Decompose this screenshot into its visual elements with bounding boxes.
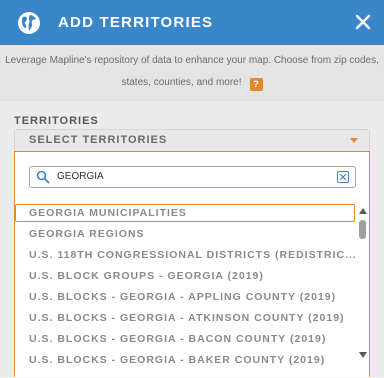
territories-label: TERRITORIES: [14, 115, 99, 127]
chevron-down-icon[interactable]: [350, 138, 358, 143]
list-item[interactable]: GEORGIA REGIONS: [15, 225, 355, 243]
search-icon: [36, 170, 50, 184]
close-icon[interactable]: [353, 12, 373, 32]
list-scrollbar[interactable]: [356, 204, 370, 366]
search-input[interactable]: GEORGIA: [29, 166, 356, 188]
add-territories-dialog: ADD TERRITORIES Leverage Mapline's repos…: [0, 0, 384, 377]
list-item[interactable]: U.S. BLOCKS - GEORGIA - BAKER COUNTY (20…: [15, 351, 355, 369]
list-item[interactable]: U.S. BLOCKS - GEORGIA - APPLING COUNTY (…: [15, 288, 355, 306]
territories-select[interactable]: SELECT TERRITORIES: [14, 129, 370, 151]
scrollbar-thumb[interactable]: [359, 220, 366, 239]
description-line-1: Leverage Mapline's repository of data to…: [5, 55, 379, 66]
list-item[interactable]: GEORGIA MUNICIPALITIES: [15, 204, 355, 222]
list-item[interactable]: U.S. BLOCK GROUPS - GEORGIA (2019): [15, 267, 355, 285]
list-item[interactable]: U.S. BLOCKS - GEORGIA - ATKINSON COUNTY …: [15, 309, 355, 327]
dialog-title: ADD TERRITORIES: [58, 14, 214, 31]
globe-icon: [18, 12, 40, 34]
dialog-header: ADD TERRITORIES: [0, 0, 384, 45]
scroll-down-icon[interactable]: [359, 352, 367, 358]
help-icon[interactable]: ?: [249, 78, 263, 91]
description-line-2-text: states, counties, and more!: [121, 77, 242, 88]
search-value: GEORGIA: [57, 171, 104, 182]
territories-dropdown: GEORGIA GEORGIA MUNICIPALITIES GEORGIA R…: [14, 151, 370, 377]
description-line-2: states, counties, and more!?: [0, 72, 384, 94]
dialog-description: Leverage Mapline's repository of data to…: [0, 45, 384, 101]
select-placeholder: SELECT TERRITORIES: [29, 134, 168, 146]
list-item[interactable]: U.S. BLOCKS - GEORGIA - BACON COUNTY (20…: [15, 330, 355, 348]
list-item[interactable]: U.S. 118TH CONGRESSIONAL DISTRICTS (REDI…: [15, 246, 355, 264]
territory-options-list: GEORGIA MUNICIPALITIES GEORGIA REGIONS U…: [15, 204, 355, 378]
clear-icon[interactable]: [337, 171, 349, 183]
scroll-up-icon[interactable]: [359, 208, 367, 214]
